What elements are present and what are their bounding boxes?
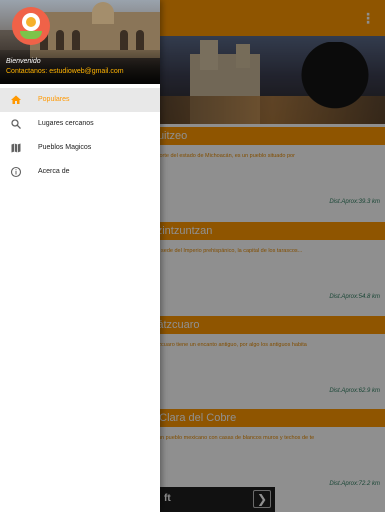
info-icon: [10, 166, 22, 178]
navigation-drawer: Bienvenido Contactanos: estudioweb@gmail…: [0, 0, 160, 512]
drawer-header: Bienvenido Contactanos: estudioweb@gmail…: [0, 0, 160, 84]
nav-item-lugares-cercanos[interactable]: Lugares cercanos: [0, 112, 160, 136]
nav-item-label: Populares: [38, 96, 70, 103]
nav-item-label: Acerca de: [38, 168, 70, 175]
contact-email[interactable]: Contactanos: estudioweb@gmail.com: [6, 67, 124, 76]
nav-item-populares[interactable]: Populares: [0, 88, 160, 112]
home-icon: [11, 95, 21, 104]
nav-item-acerca-de[interactable]: Acerca de: [0, 160, 160, 184]
nav-item-label: Lugares cercanos: [38, 120, 94, 127]
app-logo-icon: [12, 7, 50, 45]
nav-item-label: Pueblos Magicos: [38, 144, 92, 151]
welcome-text: Bienvenido: [6, 58, 41, 65]
nav-item-pueblos-magicos[interactable]: Pueblos Magicos: [0, 136, 160, 160]
map-icon: [11, 143, 21, 153]
search-icon: [11, 119, 21, 129]
